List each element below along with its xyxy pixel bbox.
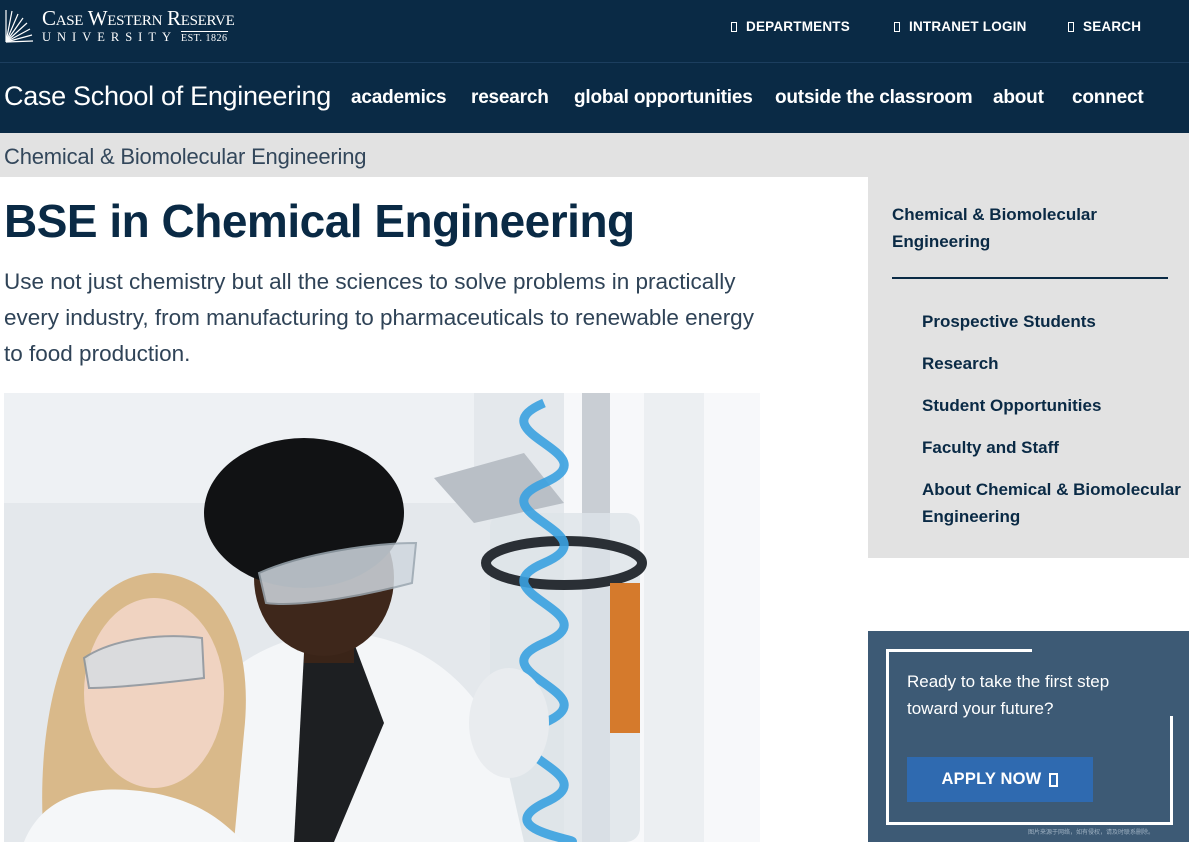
sidebar-item-about[interactable]: About Chemical & Biomolecular Engineerin…	[922, 476, 1182, 530]
nav-academics[interactable]: academics	[351, 87, 447, 109]
page-title: BSE in Chemical Engineering	[4, 195, 635, 247]
search-icon	[1068, 21, 1074, 32]
utility-bar: Case Western Reserve UNIVERSITY EST. 182…	[0, 0, 1189, 62]
lab-scene-illustration	[4, 393, 760, 842]
intranet-login-link[interactable]: INTRANET LOGIN	[894, 19, 1027, 34]
school-name-link[interactable]: Case School of Engineering	[4, 81, 331, 112]
departments-label: DEPARTMENTS	[746, 19, 850, 34]
section-sidebar: Chemical & Biomolecular Engineering Pros…	[868, 177, 1189, 558]
nav-outside-the-classroom[interactable]: outside the classroom	[775, 87, 973, 109]
apply-cta: Ready to take the first step toward your…	[868, 631, 1189, 842]
departments-icon	[731, 21, 737, 32]
breadcrumb-department[interactable]: Chemical & Biomolecular Engineering	[4, 144, 366, 170]
sidebar-item-faculty-and-staff[interactable]: Faculty and Staff	[922, 434, 1182, 461]
departments-link[interactable]: DEPARTMENTS	[731, 19, 850, 34]
search-link[interactable]: SEARCH	[1068, 19, 1141, 34]
nav-research[interactable]: research	[471, 87, 549, 109]
apply-now-button[interactable]: APPLY NOW	[907, 757, 1093, 802]
nav-connect[interactable]: connect	[1072, 87, 1144, 109]
apply-now-label: APPLY NOW	[941, 770, 1042, 788]
sidebar-divider	[892, 277, 1168, 279]
logo-est: EST. 1826	[181, 31, 228, 44]
sidebar-item-prospective-students[interactable]: Prospective Students	[922, 308, 1182, 335]
cta-frame-gap	[1032, 646, 1180, 652]
apply-arrow-icon	[1049, 772, 1059, 787]
main-nav: Case School of Engineering academics res…	[0, 62, 1189, 133]
nav-global-opportunities[interactable]: global opportunities	[574, 87, 753, 109]
sidebar-heading-link[interactable]: Chemical & Biomolecular Engineering	[892, 201, 1142, 255]
sidebar-item-research[interactable]: Research	[922, 350, 1182, 377]
login-icon	[894, 21, 900, 32]
university-logo[interactable]: Case Western Reserve UNIVERSITY EST. 182…	[4, 6, 235, 48]
page-lede: Use not just chemistry but all the scien…	[4, 269, 754, 366]
cta-text: Ready to take the first step toward your…	[907, 672, 1110, 718]
logo-sunburst-icon	[5, 10, 34, 43]
search-label: SEARCH	[1083, 19, 1142, 34]
breadcrumb: Chemical & Biomolecular Engineering	[0, 133, 1189, 177]
sidebar-item-student-opportunities[interactable]: Student Opportunities	[922, 392, 1182, 419]
image-credit-note: 图片来源于网络，如有侵权，请及时联系删除。	[1028, 830, 1155, 836]
intranet-login-label: INTRANET LOGIN	[909, 19, 1027, 34]
hero-photo	[4, 393, 760, 842]
cta-frame-gap-side	[1170, 652, 1176, 716]
logo-wordmark: Case Western Reserve	[42, 6, 235, 30]
logo-university: UNIVERSITY	[42, 30, 177, 44]
nav-about[interactable]: about	[993, 87, 1044, 109]
